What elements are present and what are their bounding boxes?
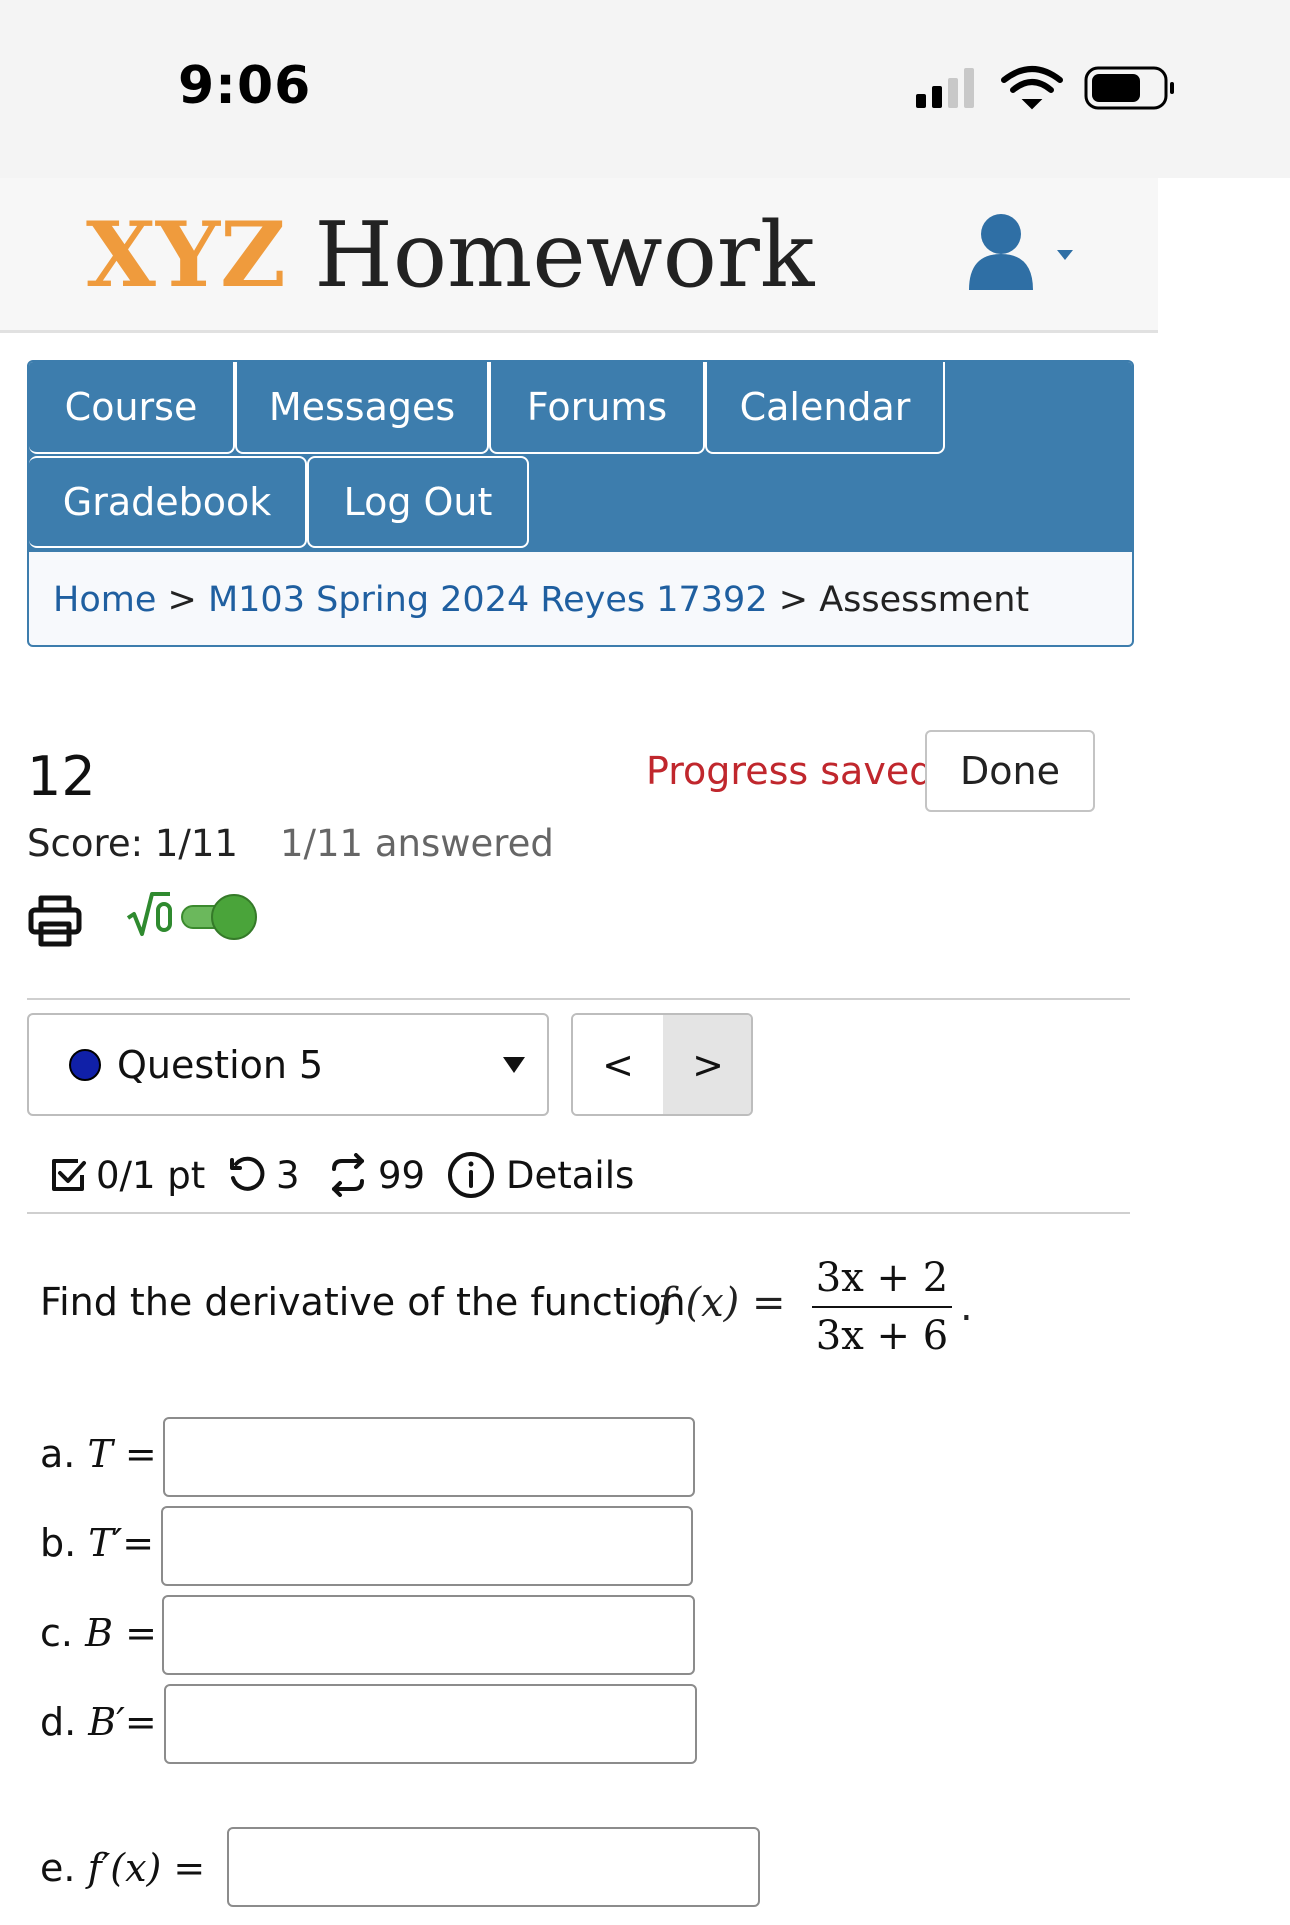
print-icon[interactable] — [27, 892, 83, 948]
breadcrumb-separator: > — [167, 580, 197, 620]
status-bar: 9:06 — [0, 0, 1290, 178]
divider — [27, 998, 1130, 1000]
tab-log-out[interactable]: Log Out — [307, 456, 529, 548]
retry-icon — [230, 1156, 265, 1191]
details-link[interactable]: Details — [446, 1145, 634, 1205]
status-time: 9:06 — [178, 56, 312, 116]
answer-prefix: a. — [40, 1432, 76, 1476]
previous-question-button[interactable]: < — [573, 1015, 665, 1114]
tab-gradebook[interactable]: Gradebook — [29, 456, 307, 548]
next-question-button[interactable]: > — [663, 1015, 751, 1114]
question-select[interactable]: Question 5 — [27, 1013, 549, 1116]
points-info: 0/1 pt — [48, 1145, 205, 1205]
answered-count: 1/11 answered — [280, 822, 554, 865]
app-header: XYZ Homework — [0, 178, 1158, 333]
question-select-label: Question 5 — [117, 1043, 324, 1087]
breadcrumb: Home > M103 Spring 2024 Reyes 17392 > As… — [53, 580, 1029, 620]
question-status-dot — [69, 1049, 101, 1081]
status-icons — [916, 66, 1174, 110]
fraction-denominator: 3x + 6 — [815, 1313, 949, 1359]
brand-name: Homework — [314, 203, 815, 308]
answer-input-d[interactable] — [164, 1684, 697, 1764]
attempts-icon — [332, 1153, 364, 1197]
answer-math: B = — [85, 1611, 157, 1655]
progress-status: Progress saved — [646, 749, 934, 793]
answer-input-e[interactable] — [227, 1827, 760, 1907]
divider — [27, 1212, 1130, 1214]
battery-icon — [1084, 66, 1174, 110]
assessment-number: 12 — [27, 745, 96, 808]
retries-count: 3 — [276, 1153, 300, 1197]
signal-icon — [916, 68, 974, 108]
answer-math: B′= — [88, 1700, 157, 1744]
fraction-numerator: 3x + 2 — [815, 1255, 949, 1301]
square-root-icon — [126, 892, 172, 936]
score-text: Score: 1/11 — [27, 822, 238, 865]
points-text: 0/1 pt — [96, 1153, 206, 1197]
info-icon — [448, 1152, 494, 1198]
answer-prefix: e. — [40, 1846, 76, 1890]
user-avatar-icon — [969, 214, 1033, 290]
answer-label-d: d. B′= — [40, 1700, 157, 1744]
course-nav: Course Messages Forums Calendar Gradeboo… — [27, 360, 1134, 647]
answer-prefix: b. — [40, 1521, 77, 1565]
tab-forums[interactable]: Forums — [489, 362, 705, 454]
details-label: Details — [506, 1153, 635, 1197]
brand-xyz: XYZ — [86, 202, 286, 308]
fraction-bar — [812, 1306, 952, 1308]
done-button[interactable]: Done — [925, 730, 1095, 812]
answer-label-b: b. T′= — [40, 1521, 154, 1565]
user-menu-button[interactable] — [965, 210, 1077, 294]
attempts-count: 99 — [378, 1153, 426, 1197]
answer-label-a: a. T = — [40, 1432, 157, 1476]
tab-course[interactable]: Course — [29, 362, 235, 454]
retries-info: 3 — [226, 1145, 300, 1205]
math-display-toggle[interactable] — [126, 888, 260, 946]
attempts-info: 99 — [326, 1145, 425, 1205]
brand-logo[interactable]: XYZ Homework — [86, 210, 814, 301]
wifi-icon — [1001, 66, 1063, 110]
toggle-switch — [181, 894, 257, 940]
question-prompt: Find the derivative of the function — [40, 1280, 686, 1324]
answer-label-c: c. B = — [40, 1611, 157, 1655]
tab-messages[interactable]: Messages — [235, 362, 489, 454]
answer-prefix: c. — [40, 1611, 73, 1655]
question-pager: < > — [571, 1013, 753, 1116]
breadcrumb-course[interactable]: M103 Spring 2024 Reyes 17392 — [208, 580, 768, 620]
answer-math: f′(x) = — [87, 1846, 206, 1890]
answer-math: T′= — [88, 1521, 155, 1565]
answer-math: T = — [87, 1432, 157, 1476]
chevron-down-icon — [1057, 250, 1073, 260]
answer-prefix: d. — [40, 1700, 77, 1744]
tab-calendar[interactable]: Calendar — [705, 362, 945, 454]
answer-label-e: e. f′(x) = — [40, 1846, 205, 1890]
checkbox-icon — [52, 1159, 86, 1191]
prompt-period: . — [960, 1284, 973, 1330]
function-fraction: 3x + 2 3x + 6 — [812, 1252, 952, 1362]
function-lhs: f (x) = — [658, 1280, 786, 1326]
breadcrumb-separator: > — [778, 580, 809, 620]
breadcrumb-home[interactable]: Home — [53, 580, 156, 620]
nav-tabs: Course Messages Forums Calendar Gradeboo… — [29, 362, 1132, 552]
answer-input-c[interactable] — [162, 1595, 695, 1675]
answer-input-b[interactable] — [161, 1506, 693, 1586]
breadcrumb-current: Assessment — [819, 580, 1030, 620]
answer-input-a[interactable] — [163, 1417, 695, 1497]
caret-down-icon — [503, 1057, 525, 1073]
